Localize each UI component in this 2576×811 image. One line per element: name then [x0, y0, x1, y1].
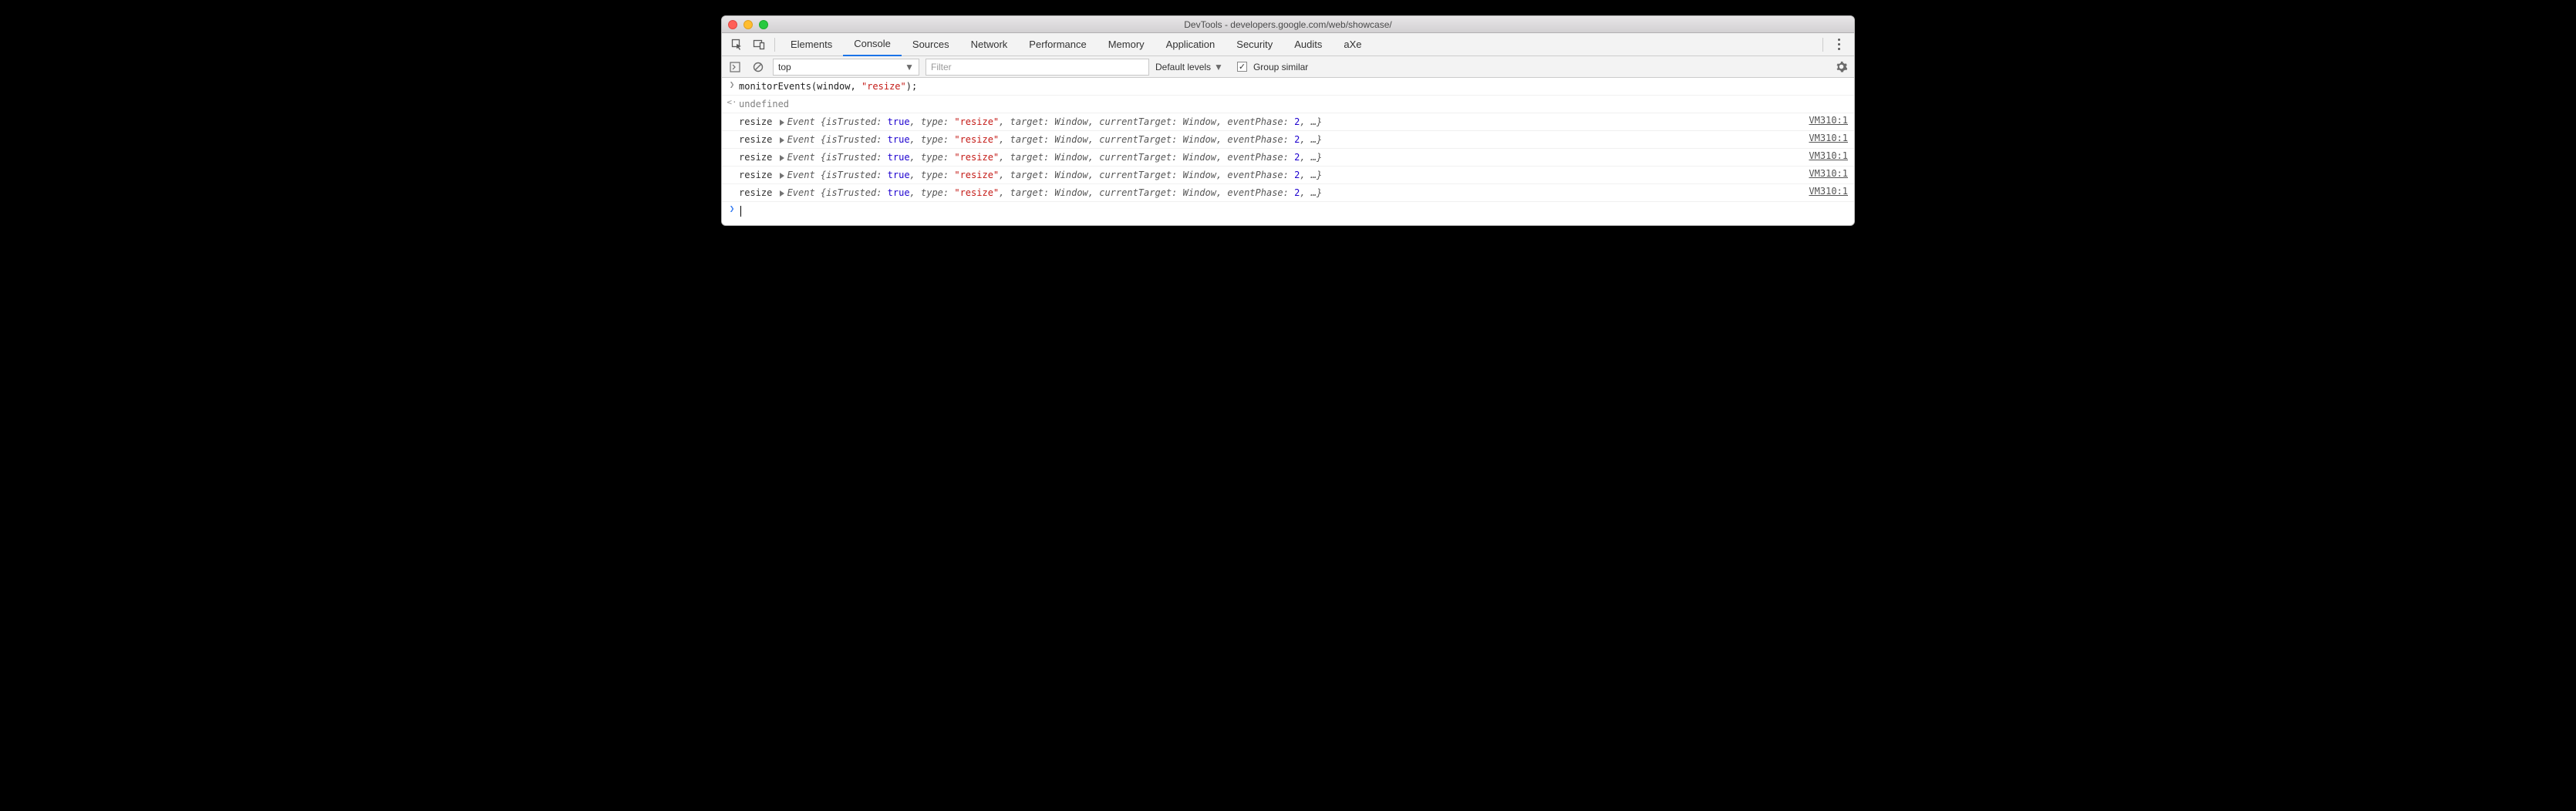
- dropdown-caret-icon: ▼: [1214, 62, 1223, 72]
- panel-tab-elements[interactable]: Elements: [780, 33, 843, 56]
- panel-tab-console[interactable]: Console: [843, 33, 902, 56]
- console-log-row: resize Event {isTrusted: true, type: "re…: [722, 184, 1854, 202]
- console-log-row: resize Event {isTrusted: true, type: "re…: [722, 167, 1854, 184]
- minimize-window-button[interactable]: [743, 20, 753, 29]
- source-link[interactable]: VM310:1: [1809, 150, 1848, 161]
- console-log-content[interactable]: resize Event {isTrusted: true, type: "re…: [739, 133, 1801, 146]
- console-body: ❯ monitorEvents(window, "resize"); <· un…: [722, 78, 1854, 225]
- console-log-content[interactable]: resize Event {isTrusted: true, type: "re…: [739, 150, 1801, 164]
- source-link[interactable]: VM310:1: [1809, 115, 1848, 126]
- expand-triangle-icon[interactable]: [780, 155, 784, 161]
- console-result-row: <· undefined: [722, 96, 1854, 113]
- more-options-icon[interactable]: [1828, 39, 1849, 50]
- panel-tab-label: Memory: [1108, 39, 1145, 50]
- toggle-console-sidebar-icon[interactable]: [727, 59, 743, 76]
- panel-tab-memory[interactable]: Memory: [1097, 33, 1155, 56]
- console-prompt-input[interactable]: [739, 204, 1848, 217]
- panel-tab-label: Network: [971, 39, 1008, 50]
- source-link[interactable]: VM310:1: [1809, 133, 1848, 143]
- console-prompt-row[interactable]: ❯: [722, 202, 1854, 225]
- console-log-content[interactable]: resize Event {isTrusted: true, type: "re…: [739, 168, 1801, 182]
- source-link[interactable]: VM310:1: [1809, 186, 1848, 197]
- panel-tab-sources[interactable]: Sources: [902, 33, 960, 56]
- device-toolbar-icon[interactable]: [748, 34, 770, 56]
- panel-tab-application[interactable]: Application: [1155, 33, 1226, 56]
- panel-tab-performance[interactable]: Performance: [1018, 33, 1097, 56]
- panel-tab-label: Audits: [1294, 39, 1322, 50]
- panel-tab-label: Console: [854, 38, 891, 49]
- expand-triangle-icon[interactable]: [780, 137, 784, 143]
- close-window-button[interactable]: [728, 20, 737, 29]
- console-toolbar: top ▼ Default levels ▼ ✓ Group similar: [722, 56, 1854, 78]
- group-similar-checkbox[interactable]: ✓: [1237, 62, 1247, 72]
- panel-tab-audits[interactable]: Audits: [1283, 33, 1333, 56]
- panel-tab-network[interactable]: Network: [960, 33, 1019, 56]
- console-input-row: ❯ monitorEvents(window, "resize");: [722, 78, 1854, 96]
- expand-triangle-icon[interactable]: [780, 190, 784, 197]
- console-input-code: monitorEvents(window, "resize");: [739, 79, 1848, 93]
- source-link[interactable]: VM310:1: [1809, 168, 1848, 179]
- console-result-value: undefined: [739, 97, 1848, 111]
- expand-triangle-icon[interactable]: [780, 119, 784, 126]
- panel-tab-label: Sources: [912, 39, 949, 50]
- panel-tab-axe[interactable]: aXe: [1333, 33, 1372, 56]
- console-log-row: resize Event {isTrusted: true, type: "re…: [722, 149, 1854, 167]
- group-similar-label: Group similar: [1253, 62, 1308, 72]
- panel-tab-label: Performance: [1029, 39, 1086, 50]
- titlebar: DevTools - developers.google.com/web/sho…: [722, 16, 1854, 33]
- panel-tab-security[interactable]: Security: [1226, 33, 1283, 56]
- window-controls: [728, 20, 768, 29]
- console-log-content[interactable]: resize Event {isTrusted: true, type: "re…: [739, 115, 1801, 129]
- execution-context-value: top: [778, 62, 791, 72]
- dropdown-caret-icon: ▼: [905, 62, 914, 72]
- console-log-row: resize Event {isTrusted: true, type: "re…: [722, 113, 1854, 131]
- console-log-row: resize Event {isTrusted: true, type: "re…: [722, 131, 1854, 149]
- execution-context-select[interactable]: top ▼: [773, 59, 919, 76]
- input-chevron-icon: ❯: [725, 79, 739, 89]
- filter-input[interactable]: [926, 59, 1149, 76]
- panel-tab-label: Elements: [791, 39, 832, 50]
- window-title: DevTools - developers.google.com/web/sho…: [722, 19, 1854, 30]
- inspect-element-icon[interactable]: [727, 34, 748, 56]
- output-chevron-icon: <·: [725, 97, 739, 107]
- log-levels-select[interactable]: Default levels ▼: [1155, 62, 1223, 72]
- separator: [774, 38, 775, 52]
- maximize-window-button[interactable]: [759, 20, 768, 29]
- clear-console-icon[interactable]: [750, 59, 767, 76]
- panel-tabstrip: Elements Console Sources Network Performance…: [722, 33, 1854, 56]
- log-levels-label: Default levels: [1155, 62, 1211, 72]
- panel-tab-label: aXe: [1344, 39, 1361, 50]
- expand-triangle-icon[interactable]: [780, 173, 784, 179]
- prompt-chevron-icon: ❯: [725, 204, 739, 214]
- devtools-window: DevTools - developers.google.com/web/sho…: [721, 15, 1855, 226]
- separator: [1822, 38, 1823, 52]
- console-settings-icon[interactable]: [1833, 59, 1849, 76]
- panel-tab-label: Security: [1236, 39, 1273, 50]
- panel-tab-label: Application: [1166, 39, 1216, 50]
- console-log-content[interactable]: resize Event {isTrusted: true, type: "re…: [739, 186, 1801, 200]
